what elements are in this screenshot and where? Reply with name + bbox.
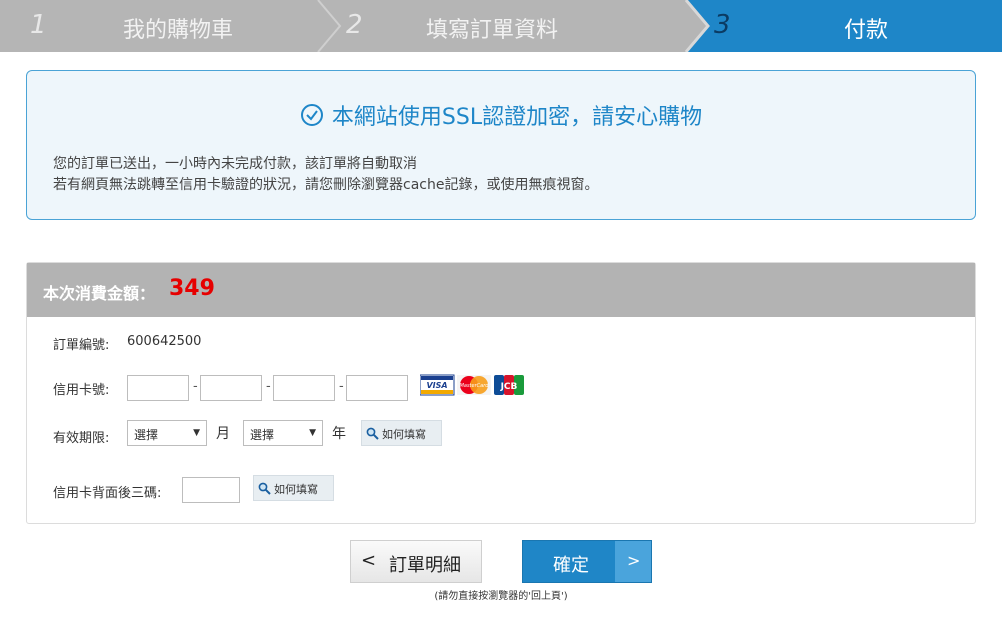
mastercard-logo-icon: MasterCard bbox=[457, 375, 491, 395]
card-number-separator: - bbox=[266, 379, 271, 394]
card-number-label: 信用卡號: bbox=[53, 383, 110, 398]
magnifier-icon bbox=[258, 482, 271, 498]
amount-header: 本次消費金額： 349 bbox=[27, 263, 975, 317]
confirm-arrow-area: > bbox=[615, 541, 651, 582]
chevron-left-icon: < bbox=[361, 550, 377, 571]
jcb-logo-icon: JCB bbox=[494, 375, 524, 395]
step-1-number: 1 bbox=[30, 10, 47, 40]
checkout-steps: 1 我的購物車 2 填寫訂單資料 3 付款 bbox=[0, 0, 1002, 52]
order-details-button[interactable]: < 訂單明細 bbox=[350, 540, 482, 583]
confirm-button[interactable]: 確定 > bbox=[522, 540, 652, 583]
visa-logo-text: VISA bbox=[426, 381, 447, 390]
confirm-label: 確定 bbox=[553, 555, 589, 576]
magnifier-icon bbox=[366, 427, 379, 443]
ssl-notice: 本網站使用SSL認證加密，請安心購物 您的訂單已送出，一小時內未完成付款，該訂單… bbox=[26, 70, 976, 220]
month-unit: 月 bbox=[216, 426, 230, 442]
notice-line-1: 您的訂單已送出，一小時內未完成付款，該訂單將自動取消 bbox=[53, 156, 417, 172]
expiry-year-value: 選擇 bbox=[250, 428, 275, 442]
step-2-number: 2 bbox=[346, 10, 363, 40]
jcb-logo-text: JCB bbox=[500, 382, 518, 392]
expiry-label: 有效期限: bbox=[53, 431, 110, 446]
cvv-label: 信用卡背面後三碼: bbox=[53, 486, 162, 501]
expiry-month-value: 選擇 bbox=[134, 428, 159, 442]
visa-logo-icon: VISA bbox=[419, 374, 455, 396]
expiry-help-label: 如何填寫 bbox=[382, 428, 426, 441]
step-1-label: 我的購物車 bbox=[123, 18, 234, 43]
amount-label: 本次消費金額： bbox=[43, 284, 156, 303]
step-2-label: 填寫訂單資料 bbox=[426, 18, 559, 43]
cvv-help-label: 如何填寫 bbox=[274, 483, 318, 496]
order-details-label: 訂單明細 bbox=[389, 555, 461, 576]
check-circle-icon bbox=[300, 103, 324, 133]
expiry-help-button[interactable]: 如何填寫 bbox=[361, 420, 442, 446]
cvv-field[interactable] bbox=[182, 477, 240, 503]
ssl-notice-title-text: 本網站使用SSL認證加密，請安心購物 bbox=[331, 105, 703, 130]
card-number-separator: - bbox=[339, 379, 344, 394]
cvv-help-button[interactable]: 如何填寫 bbox=[253, 475, 334, 501]
chevron-right-icon: > bbox=[627, 551, 641, 570]
expiry-month-select[interactable]: 選擇 ▼ bbox=[127, 420, 207, 446]
back-warning-note: (請勿直接按瀏覽器的'回上頁') bbox=[434, 591, 568, 602]
notice-line-2: 若有網頁無法跳轉至信用卡驗證的狀況，請您刪除瀏覽器cache記錄，或使用無痕視窗… bbox=[53, 177, 599, 193]
amount-value: 349 bbox=[169, 276, 215, 301]
expiry-year-select[interactable]: 選擇 ▼ bbox=[243, 420, 323, 446]
card-number-field-3[interactable] bbox=[273, 375, 335, 401]
card-logos: VISA MasterCard JCB bbox=[419, 374, 526, 400]
order-number-label: 訂單編號: bbox=[53, 338, 110, 353]
step-3-label: 付款 bbox=[844, 18, 889, 43]
dropdown-arrow-icon: ▼ bbox=[309, 428, 316, 438]
card-number-field-2[interactable] bbox=[200, 375, 262, 401]
step-3-number: 3 bbox=[714, 10, 731, 40]
ssl-notice-title: 本網站使用SSL認證加密，請安心購物 bbox=[27, 99, 975, 133]
card-number-field-4[interactable] bbox=[346, 375, 408, 401]
year-unit: 年 bbox=[332, 426, 346, 442]
dropdown-arrow-icon: ▼ bbox=[193, 428, 200, 438]
card-number-field-1[interactable] bbox=[127, 375, 189, 401]
mastercard-logo-text: MasterCard bbox=[460, 383, 490, 389]
order-number-value: 600642500 bbox=[127, 334, 202, 349]
card-number-separator: - bbox=[193, 379, 198, 394]
